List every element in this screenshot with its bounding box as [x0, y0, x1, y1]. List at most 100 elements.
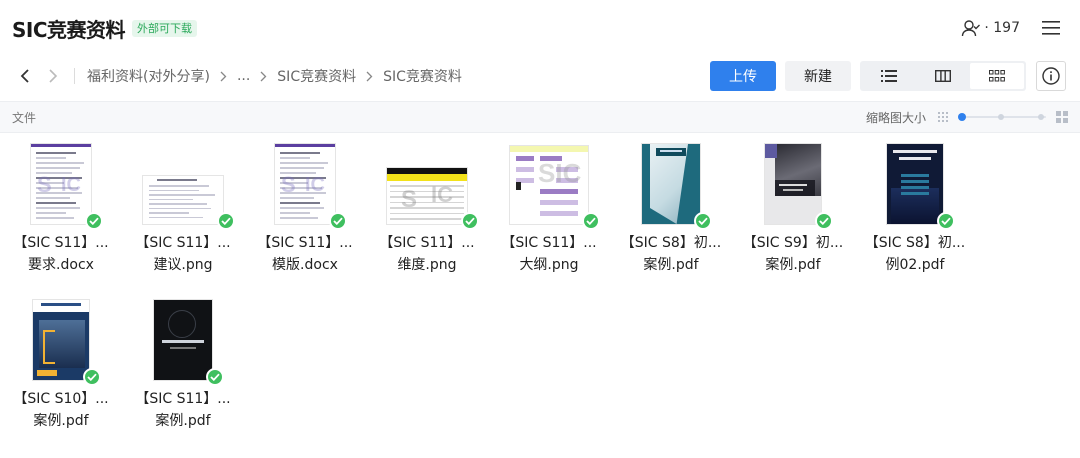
- file-item[interactable]: S IC 【SIC S11】... 模版.docx: [244, 140, 366, 296]
- file-name-line2: 维度.png: [397, 257, 457, 273]
- chevron-right-icon: [366, 71, 373, 82]
- file-name-line2: 案例.pdf: [765, 257, 821, 273]
- synced-check-icon: [217, 212, 235, 230]
- synced-check-icon: [815, 212, 833, 230]
- file-name: 【SIC S8】初... 案例.pdf: [610, 232, 732, 276]
- file-name-line2: 案例.pdf: [33, 413, 89, 429]
- file-name: 【SIC S11】... 建议.png: [122, 232, 244, 276]
- divider: [74, 68, 75, 84]
- file-name: 【SIC S11】... 维度.png: [366, 232, 488, 276]
- synced-check-icon: [937, 212, 955, 230]
- upload-button[interactable]: 上传: [710, 61, 776, 91]
- chevron-right-icon: [49, 69, 58, 83]
- file-name-line2: 例02.pdf: [885, 257, 945, 273]
- file-name-line2: 要求.docx: [28, 257, 94, 273]
- file-item[interactable]: 【SIC S8】初... 例02.pdf: [854, 140, 976, 296]
- file-name: 【SIC S11】... 大纲.png: [488, 232, 610, 276]
- user-icon: [962, 20, 981, 37]
- file-thumbnail: [887, 144, 943, 224]
- new-button[interactable]: 新建: [785, 61, 851, 91]
- slider-step: [998, 114, 1004, 120]
- folder-title: SIC竞赛资料: [12, 17, 126, 42]
- synced-check-icon: [461, 212, 479, 230]
- file-column-label: 文件: [12, 110, 37, 125]
- file-thumbnail: [765, 144, 821, 224]
- menu-button[interactable]: [1042, 21, 1060, 35]
- chevron-right-icon: [260, 71, 267, 82]
- large-grid-icon: [1056, 111, 1068, 123]
- app-header: SIC竞赛资料 外部可下载 · 197: [0, 0, 1080, 56]
- chevron-right-icon: [220, 71, 227, 82]
- member-count: · 197: [984, 20, 1020, 36]
- file-name: 【SIC S11】... 案例.pdf: [122, 388, 244, 432]
- slider-knob[interactable]: [958, 113, 966, 121]
- file-name-line1: 【SIC S11】...: [135, 235, 231, 251]
- file-name-line1: 【SIC S11】...: [379, 235, 475, 251]
- file-item[interactable]: SIC 【SIC S11】... 大纲.png: [488, 140, 610, 296]
- file-item[interactable]: S IC 【SIC S11】... 维度.png: [366, 140, 488, 296]
- file-item[interactable]: 【SIC S10】... 案例.pdf: [0, 296, 122, 452]
- chevron-left-icon: [20, 69, 29, 83]
- file-name-line1: 【SIC S11】...: [501, 235, 597, 251]
- file-name-line1: 【SIC S11】...: [135, 391, 231, 407]
- thumbnail-size-slider[interactable]: [958, 111, 1046, 123]
- forward-button[interactable]: [42, 65, 64, 87]
- columns-icon: [935, 70, 951, 82]
- list-header-bar: 文件 缩略图大小: [0, 101, 1080, 133]
- file-thumbnail: [642, 144, 700, 224]
- breadcrumb-toolbar: 福利资料(对外分享) ... SIC竞赛资料 SIC竞赛资料 上传 新建: [0, 56, 1080, 96]
- file-name: 【SIC S8】初... 例02.pdf: [854, 232, 976, 276]
- file-grid: S IC 【SIC S11】... 要求.docx 【SIC S11】... 建议.png…: [0, 140, 1080, 452]
- external-download-badge: 外部可下载: [132, 19, 198, 37]
- file-name: 【SIC S11】... 模版.docx: [244, 232, 366, 276]
- file-name-line1: 【SIC S8】初...: [620, 235, 722, 251]
- file-item[interactable]: S IC 【SIC S11】... 要求.docx: [0, 140, 122, 296]
- synced-check-icon: [329, 212, 347, 230]
- hamburger-icon: [1042, 21, 1060, 35]
- file-thumbnail: SIC: [510, 146, 588, 224]
- file-thumbnail: [154, 300, 212, 380]
- file-thumbnail: [33, 300, 89, 380]
- file-name: 【SIC S9】初... 案例.pdf: [732, 232, 854, 276]
- file-name: 【SIC S10】... 案例.pdf: [0, 388, 122, 432]
- synced-check-icon: [694, 212, 712, 230]
- file-name-line2: 建议.png: [153, 257, 213, 273]
- file-thumbnail: SIC: [275, 144, 335, 224]
- list-icon: [881, 70, 897, 82]
- file-name-line2: 大纲.png: [519, 257, 579, 273]
- column-view-button[interactable]: [916, 63, 970, 89]
- file-thumbnail: [143, 176, 223, 224]
- file-name-line1: 【SIC S10】...: [13, 391, 109, 407]
- breadcrumb-item-welfare[interactable]: 福利资料(对外分享): [87, 66, 210, 86]
- breadcrumb: 福利资料(对外分享) ... SIC竞赛资料 SIC竞赛资料: [87, 66, 462, 86]
- back-button[interactable]: [14, 65, 36, 87]
- breadcrumb-item-ellipsis[interactable]: ...: [237, 68, 250, 84]
- file-thumbnail: SIC: [387, 168, 467, 224]
- file-item[interactable]: 【SIC S11】... 建议.png: [122, 140, 244, 296]
- file-name-line2: 模版.docx: [272, 257, 338, 273]
- info-button[interactable]: [1036, 61, 1066, 91]
- file-item[interactable]: 【SIC S9】初... 案例.pdf: [732, 140, 854, 296]
- file-name-line1: 【SIC S11】...: [257, 235, 353, 251]
- thumbnail-size-control: 缩略图大小: [866, 109, 1068, 126]
- file-name-line1: 【SIC S11】...: [13, 235, 109, 251]
- synced-check-icon: [85, 212, 103, 230]
- file-name-line1: 【SIC S8】初...: [864, 235, 966, 251]
- small-grid-icon: [938, 112, 948, 122]
- breadcrumb-item-current: SIC竞赛资料: [383, 69, 462, 85]
- file-item[interactable]: 【SIC S8】初... 案例.pdf: [610, 140, 732, 296]
- grid-icon: [989, 70, 1005, 82]
- file-name: 【SIC S11】... 要求.docx: [0, 232, 122, 276]
- list-view-button[interactable]: [862, 63, 916, 89]
- file-thumbnail: SIC: [31, 144, 91, 224]
- breadcrumb-item-sic[interactable]: SIC竞赛资料: [277, 66, 356, 86]
- file-name-line2: 案例.pdf: [643, 257, 699, 273]
- members-button[interactable]: · 197: [961, 19, 1020, 37]
- file-item[interactable]: 【SIC S11】... 案例.pdf: [122, 296, 244, 452]
- thumbnail-size-label: 缩略图大小: [865, 110, 926, 125]
- synced-check-icon: [582, 212, 600, 230]
- info-icon: [1042, 67, 1060, 85]
- grid-view-button[interactable]: [970, 63, 1024, 89]
- file-name-line1: 【SIC S9】初...: [742, 235, 844, 251]
- synced-check-icon: [83, 368, 101, 386]
